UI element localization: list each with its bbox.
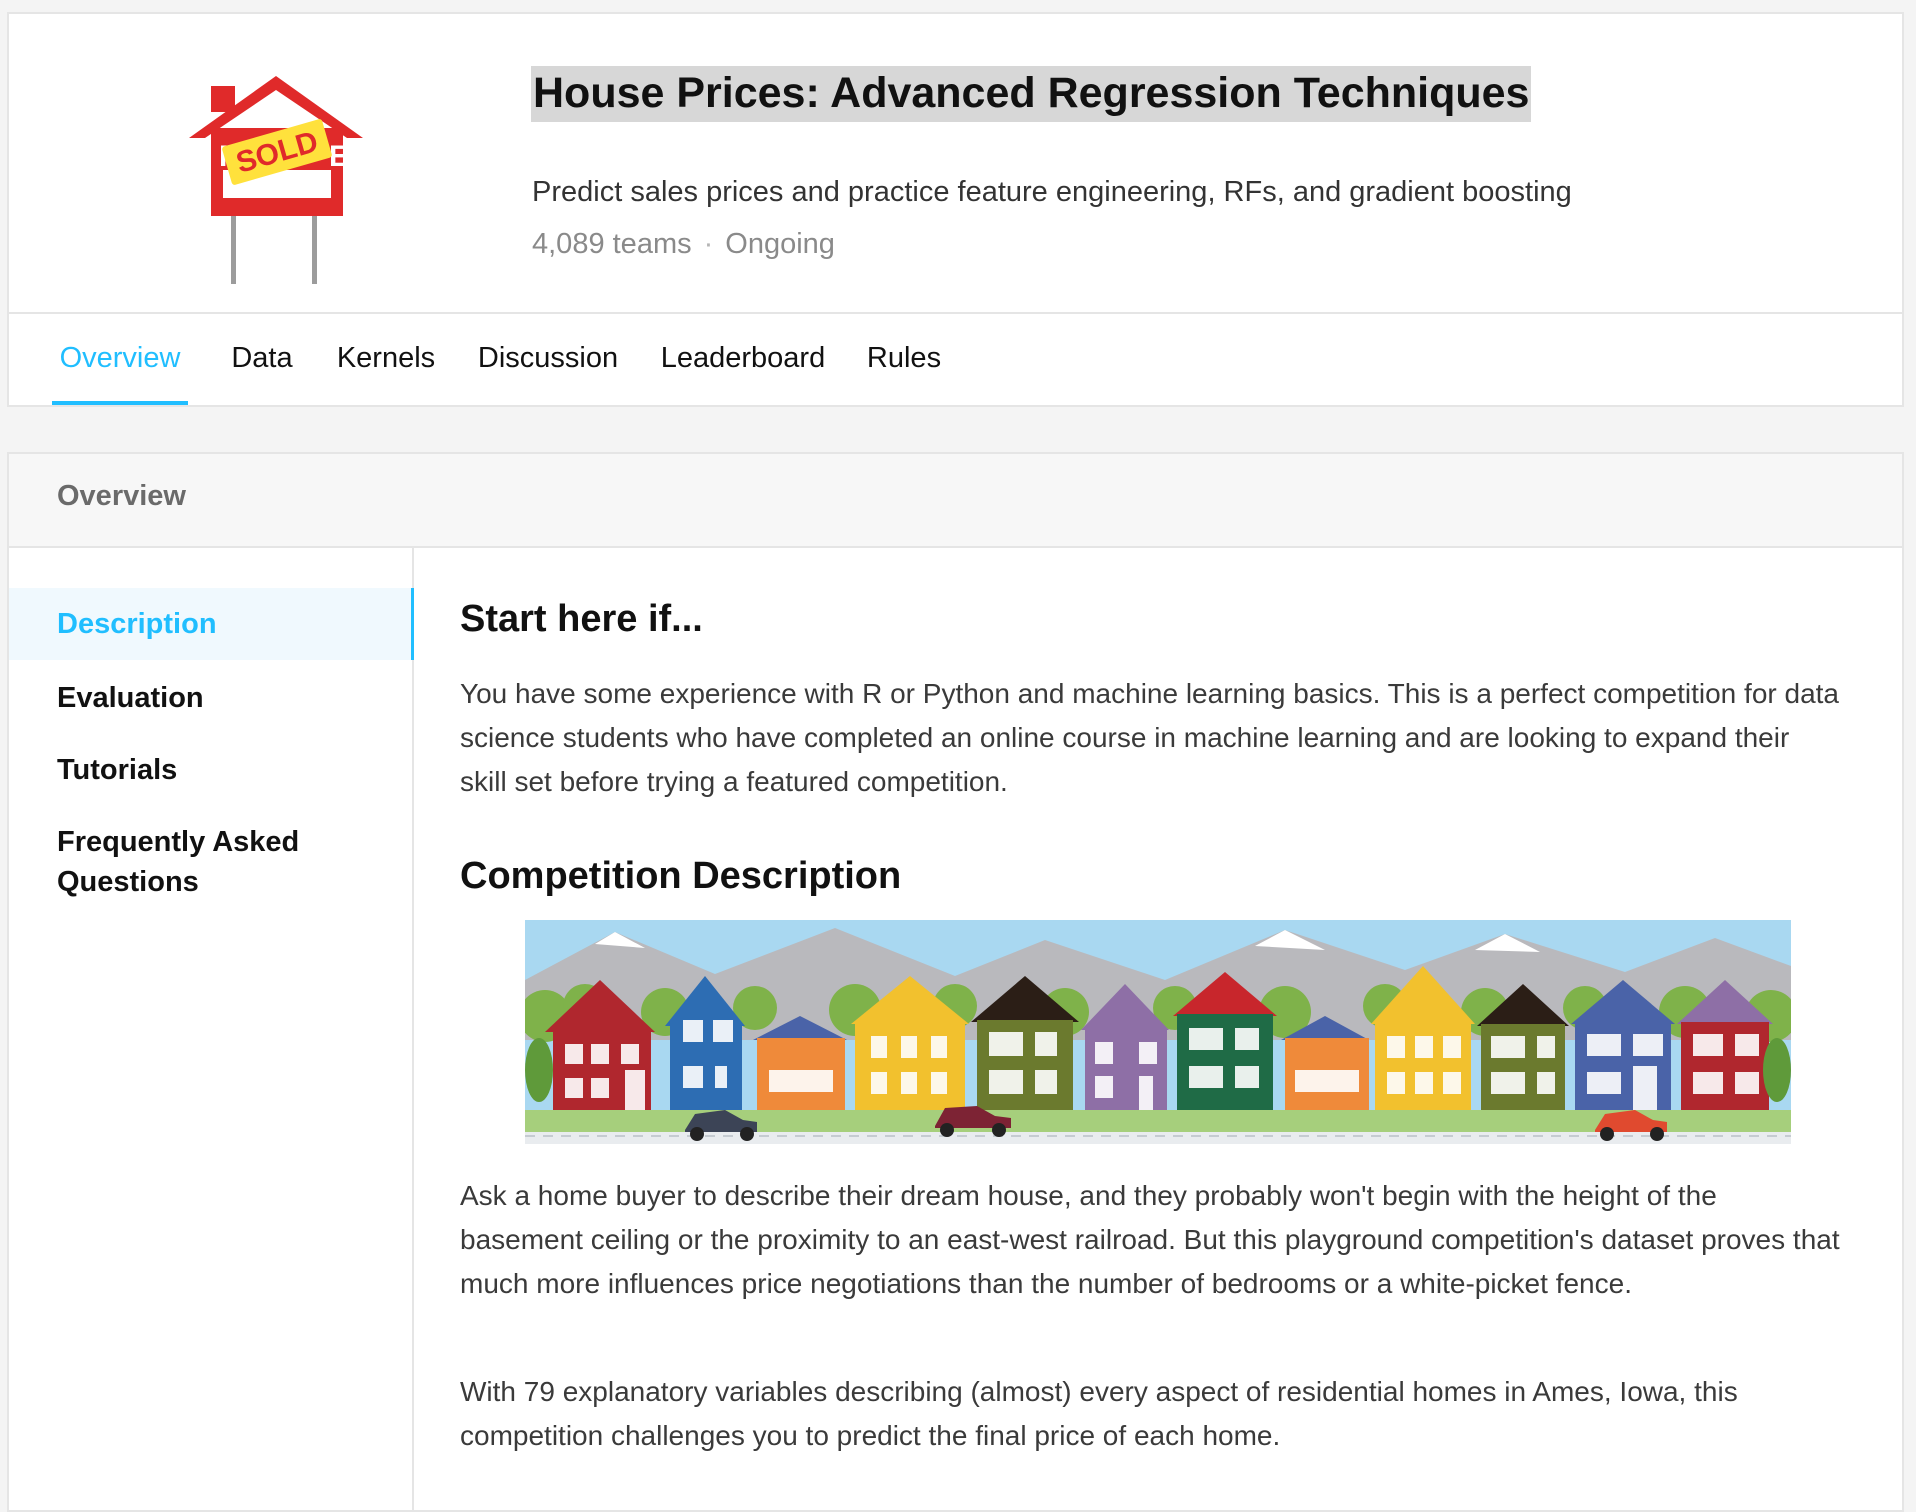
sidenav-item-evaluation[interactable]: Evaluation [9,678,412,718]
houses-street-illustration [525,920,1791,1144]
tab-data[interactable]: Data [222,314,302,405]
competition-description-heading: Competition Description [460,855,902,897]
tab-discussion[interactable]: Discussion [469,314,627,405]
sidenav-item-description[interactable]: Description [9,588,414,660]
sidenav-item-tutorials[interactable]: Tutorials [9,750,412,790]
meta-separator: · [703,228,714,260]
overview-panel: Overview Description Evaluation Tutorial… [7,452,1904,1512]
tab-bar: Overview Data Kernels Discussion Leaderb… [9,312,1902,409]
svg-text:E: E [329,140,349,173]
competition-subtitle: Predict sales prices and practice featur… [532,176,1572,208]
teams-count: 4,089 teams [532,228,692,260]
overview-header-label: Overview [57,480,186,512]
start-here-text: You have some experience with R or Pytho… [460,678,1839,797]
page-title: House Prices: Advanced Regression Techni… [531,66,1532,122]
competition-description-paragraph-1: Ask a home buyer to describe their dream… [460,1180,1840,1299]
competition-description-paragraph-2: With 79 explanatory variables describing… [460,1376,1738,1451]
competition-header: F E SOLD House Prices: Advanced Regressi… [7,12,1904,407]
tab-overview[interactable]: Overview [52,314,188,405]
tab-kernels[interactable]: Kernels [327,314,445,405]
tab-rules[interactable]: Rules [859,314,949,405]
sidenav-item-faq[interactable]: Frequently Asked Questions [9,822,412,902]
start-here-heading: Start here if... [460,598,703,640]
competition-status: Ongoing [725,228,835,260]
for-sale-sign-icon: F E SOLD [189,76,363,284]
competition-meta: 4,089 teams · Ongoing [532,228,835,261]
tab-leaderboard[interactable]: Leaderboard [651,314,835,405]
overview-sidenav: Description Evaluation Tutorials Frequen… [9,548,414,1510]
overview-header: Overview [9,454,1902,548]
